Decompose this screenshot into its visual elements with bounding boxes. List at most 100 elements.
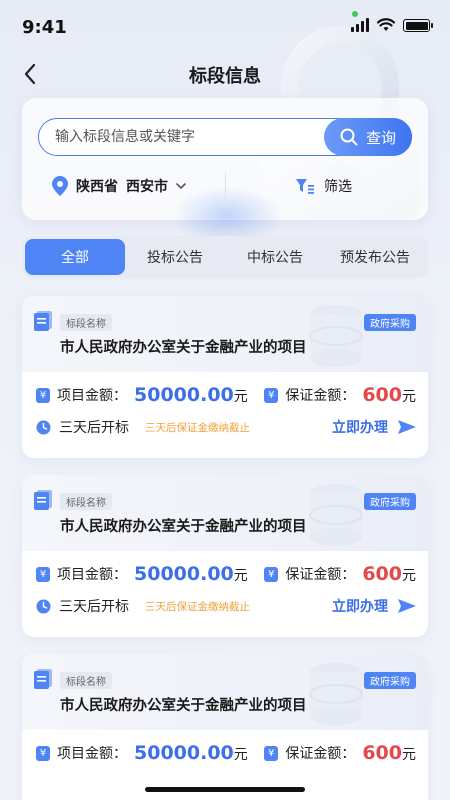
schedule-row: 三天后开标 三天后保证金缴纳截止 立即办理 bbox=[22, 596, 428, 622]
page-title: 标段信息 bbox=[189, 66, 261, 87]
project-amount-value: 50000.00 bbox=[134, 742, 234, 764]
tender-card[interactable]: 标段名称 政府采购 市人民政府办公室关于金融产业的项目 ¥ 项目金额： 5000… bbox=[22, 296, 428, 458]
card-header: 标段名称 政府采购 市人民政府办公室关于金融产业的项目 bbox=[22, 475, 428, 551]
project-amount-value: 50000.00 bbox=[134, 384, 234, 406]
filter-icon bbox=[296, 179, 314, 194]
project-amount: ¥ 项目金额： 50000.00元 bbox=[36, 742, 248, 764]
database-illustration-icon bbox=[309, 663, 363, 725]
category-badge: 政府采购 bbox=[364, 493, 416, 510]
deposit-amount: ¥ 保证金额： 600元 bbox=[264, 563, 416, 585]
deposit-amount-value: 600 bbox=[362, 563, 402, 585]
status-time: 9:41 bbox=[22, 17, 67, 38]
search-panel: 查询 陕西省 西安市 筛选 bbox=[22, 98, 428, 246]
project-amount-unit: 元 bbox=[233, 389, 248, 405]
card-tag: 标段名称 bbox=[60, 314, 112, 331]
wifi-icon bbox=[377, 18, 395, 31]
yen-icon: ¥ bbox=[36, 566, 50, 582]
document-icon bbox=[34, 669, 52, 689]
card-title: 市人民政府办公室关于金融产业的项目 bbox=[60, 340, 307, 356]
chevron-down-icon bbox=[176, 183, 186, 190]
handle-now-label: 立即办理 bbox=[332, 420, 388, 436]
card-header: 标段名称 政府采购 市人民政府办公室关于金融产业的项目 bbox=[22, 654, 428, 730]
send-icon bbox=[398, 599, 416, 613]
deposit-amount-label: 保证金额： bbox=[285, 567, 356, 583]
search-button[interactable]: 查询 bbox=[324, 118, 412, 156]
clock-icon bbox=[36, 420, 51, 434]
home-indicator[interactable] bbox=[145, 787, 305, 792]
privacy-indicator-dot bbox=[352, 11, 358, 17]
schedule-row: 三天后开标 三天后保证金缴纳截止 立即办理 bbox=[22, 417, 428, 443]
cellular-signal-icon bbox=[351, 18, 369, 32]
status-icons bbox=[351, 18, 433, 32]
filter-label: 筛选 bbox=[324, 179, 352, 195]
project-amount-label: 项目金额： bbox=[57, 746, 127, 762]
deposit-amount-value: 600 bbox=[362, 384, 402, 406]
card-tag: 标段名称 bbox=[60, 493, 112, 510]
deposit-amount-label: 保证金额： bbox=[285, 388, 356, 404]
deposit-amount-unit: 元 bbox=[402, 568, 416, 584]
amount-row: ¥ 项目金额： 50000.00元 ¥ 保证金额： 600元 bbox=[22, 563, 428, 589]
category-badge: 政府采购 bbox=[364, 672, 416, 689]
database-illustration-icon bbox=[309, 305, 363, 367]
deposit-amount-unit: 元 bbox=[402, 389, 416, 405]
yen-icon: ¥ bbox=[264, 745, 279, 761]
deposit-amount-label: 保证金额： bbox=[285, 746, 356, 762]
card-header: 标段名称 政府采购 市人民政府办公室关于金融产业的项目 bbox=[22, 296, 428, 372]
card-title: 市人民政府办公室关于金融产业的项目 bbox=[60, 698, 307, 714]
amount-row: ¥ 项目金额： 50000.00元 ¥ 保证金额： 600元 bbox=[22, 742, 428, 768]
tender-list: 标段名称 政府采购 市人民政府办公室关于金融产业的项目 ¥ 项目金额： 5000… bbox=[22, 296, 428, 800]
location-province: 陕西省 bbox=[76, 179, 118, 195]
filter-button[interactable]: 筛选 bbox=[296, 176, 352, 196]
project-amount-unit: 元 bbox=[233, 568, 248, 584]
battery-icon bbox=[403, 19, 433, 32]
deposit-amount-unit: 元 bbox=[402, 747, 416, 763]
schedule-info: 三天后开标 三天后保证金缴纳截止 bbox=[36, 596, 250, 616]
tender-card[interactable]: 标段名称 政府采购 市人民政府办公室关于金融产业的项目 ¥ 项目金额： 5000… bbox=[22, 475, 428, 637]
project-amount-value: 50000.00 bbox=[134, 563, 234, 585]
project-amount-label: 项目金额： bbox=[57, 388, 127, 404]
divider bbox=[225, 172, 226, 204]
navigation-bar: 标段信息 bbox=[0, 52, 450, 96]
tab-bid-announcement[interactable]: 投标公告 bbox=[125, 239, 225, 275]
schedule-info: 三天后开标 三天后保证金缴纳截止 bbox=[36, 417, 250, 437]
status-bar: 9:41 bbox=[0, 0, 450, 52]
card-tag: 标段名称 bbox=[60, 672, 112, 689]
deposit-amount-value: 600 bbox=[362, 742, 402, 764]
tab-pre-release-announcement[interactable]: 预发布公告 bbox=[325, 239, 425, 275]
search-button-label: 查询 bbox=[365, 128, 396, 147]
search-input[interactable] bbox=[55, 119, 315, 155]
project-amount-unit: 元 bbox=[233, 747, 248, 763]
yen-icon: ¥ bbox=[36, 387, 50, 403]
yen-icon: ¥ bbox=[264, 566, 279, 582]
document-icon bbox=[34, 311, 52, 331]
location-city: 西安市 bbox=[126, 179, 168, 195]
amount-row: ¥ 项目金额： 50000.00元 ¥ 保证金额： 600元 bbox=[22, 384, 428, 410]
location-selector[interactable]: 陕西省 西安市 bbox=[52, 176, 186, 196]
deposit-amount: ¥ 保证金额： 600元 bbox=[264, 742, 416, 764]
handle-now-button[interactable]: 立即办理 bbox=[332, 596, 416, 616]
send-icon bbox=[398, 420, 416, 434]
tab-all[interactable]: 全部 bbox=[25, 239, 125, 275]
category-tabs: 全部 投标公告 中标公告 预发布公告 bbox=[22, 236, 428, 278]
search-icon bbox=[340, 128, 358, 146]
opening-time-text: 三天后开标 bbox=[59, 420, 129, 436]
tab-award-announcement[interactable]: 中标公告 bbox=[225, 239, 325, 275]
filter-row: 陕西省 西安市 筛选 bbox=[22, 168, 428, 246]
opening-time-text: 三天后开标 bbox=[59, 599, 129, 615]
card-title: 市人民政府办公室关于金融产业的项目 bbox=[60, 519, 307, 535]
project-amount: ¥ 项目金额： 50000.00元 bbox=[36, 563, 248, 585]
deposit-amount: ¥ 保证金额： 600元 bbox=[264, 384, 416, 406]
project-amount: ¥ 项目金额： 50000.00元 bbox=[36, 384, 248, 406]
yen-icon: ¥ bbox=[264, 387, 279, 403]
clock-icon bbox=[36, 599, 51, 613]
handle-now-button[interactable]: 立即办理 bbox=[332, 417, 416, 437]
database-illustration-icon bbox=[309, 484, 363, 546]
handle-now-label: 立即办理 bbox=[332, 599, 388, 615]
deposit-deadline-note: 三天后保证金缴纳截止 bbox=[145, 600, 250, 613]
project-amount-label: 项目金额： bbox=[57, 567, 127, 583]
yen-icon: ¥ bbox=[36, 745, 50, 761]
location-pin-icon bbox=[52, 176, 68, 196]
tender-card[interactable]: 标段名称 政府采购 市人民政府办公室关于金融产业的项目 ¥ 项目金额： 5000… bbox=[22, 654, 428, 800]
document-icon bbox=[34, 490, 52, 510]
deposit-deadline-note: 三天后保证金缴纳截止 bbox=[145, 421, 250, 434]
